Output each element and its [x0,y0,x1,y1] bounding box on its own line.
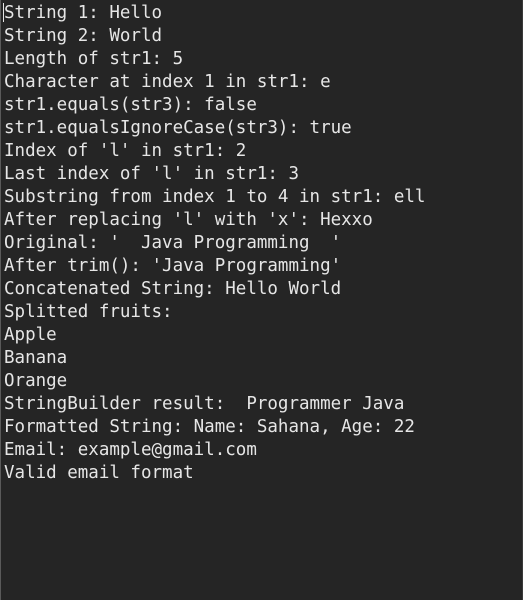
output-line: Valid email format [4,463,194,483]
output-line: Original: ' Java Programming ' [4,233,342,253]
output-line: Orange [4,371,68,391]
output-line: StringBuilder result: Programmer Java [4,394,405,414]
output-line: String 1: Hello [4,3,163,23]
output-line: Index of 'l' in str1: 2 [4,141,247,161]
output-line: Substring from index 1 to 4 in str1: ell [4,187,426,207]
output-line: Apple [4,325,57,345]
output-line: str1.equals(str3): false [4,95,257,115]
console-output-text: String 1: Hello String 2: World Length o… [4,2,520,485]
output-line: str1.equalsIgnoreCase(str3): true [4,118,352,138]
output-line: Banana [4,348,68,368]
output-line: Character at index 1 in str1: e [4,72,331,92]
output-line: Splitted fruits: [4,302,173,322]
output-line: Formatted String: Name: Sahana, Age: 22 [4,417,415,437]
output-line: Concatenated String: Hello World [4,279,342,299]
output-line: Length of str1: 5 [4,49,184,69]
output-line: String 2: World [4,26,163,46]
output-line: After replacing 'l' with 'x': Hexxo [4,210,373,230]
console-output-panel[interactable]: String 1: Hello String 2: World Length o… [0,0,523,600]
output-line: Email: example@gmail.com [4,440,257,460]
output-line: After trim(): 'Java Programming' [4,256,342,276]
output-line: Last index of 'l' in str1: 3 [4,164,300,184]
